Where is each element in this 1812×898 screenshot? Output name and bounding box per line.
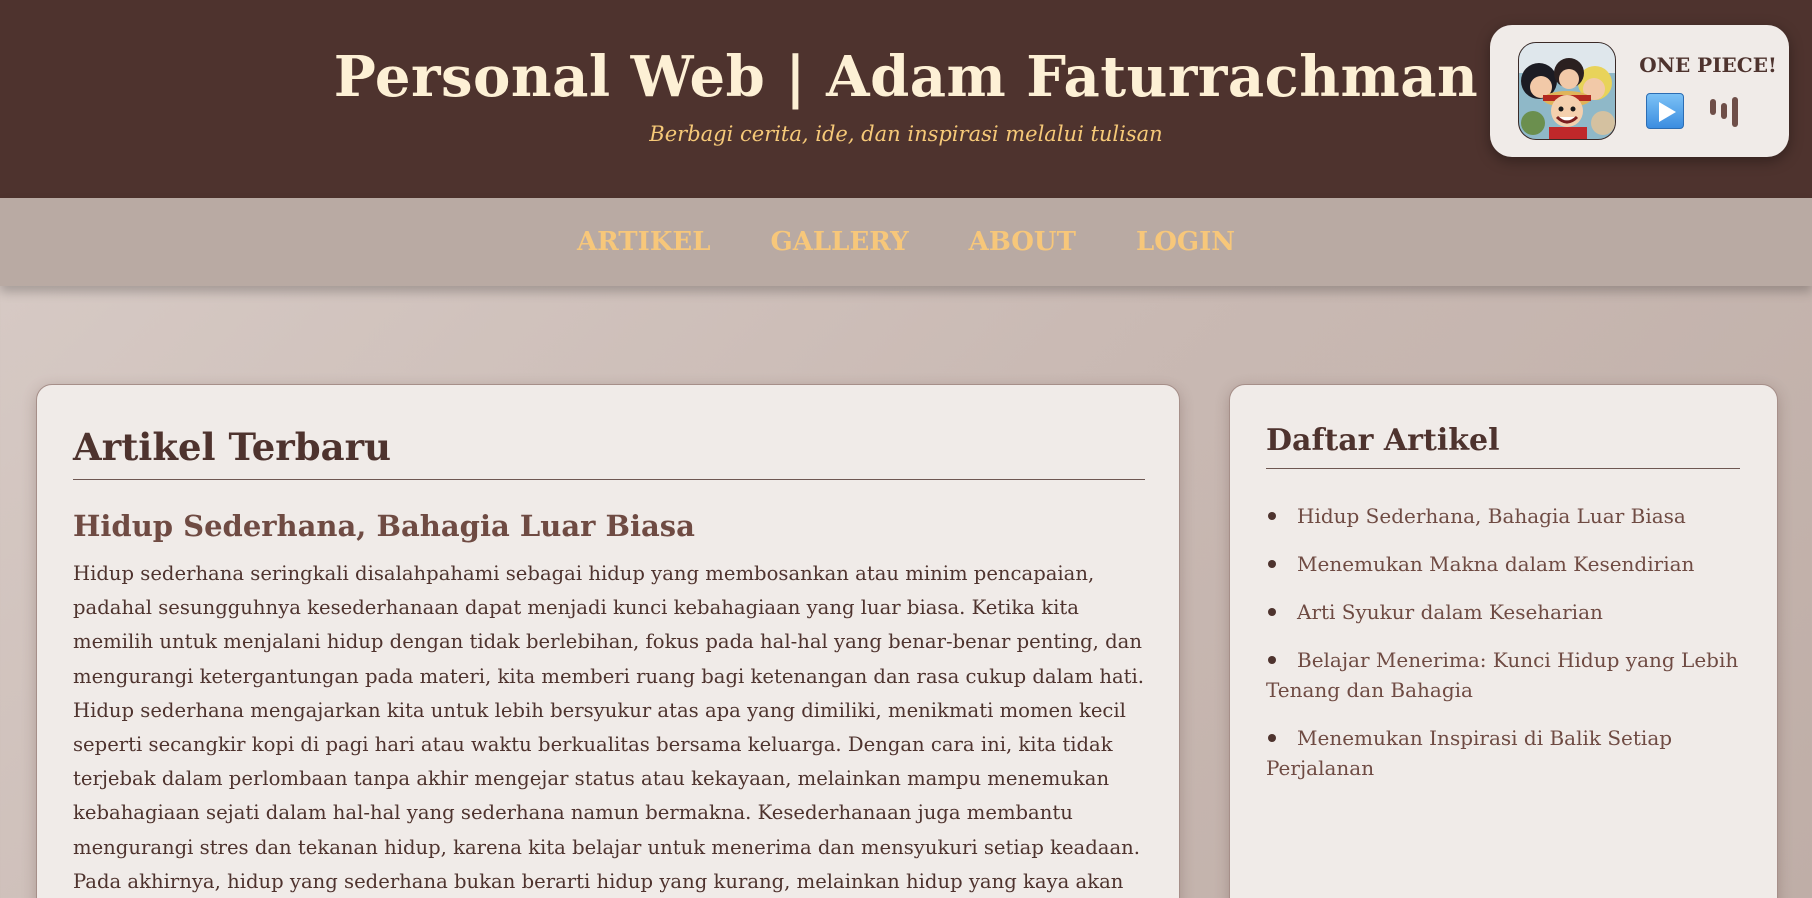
article-title[interactable]: Hidup Sederhana, Bahagia Luar Biasa xyxy=(73,509,695,543)
site-header: Personal Web | Adam Faturrachman Berbagi… xyxy=(0,0,1812,198)
bullet-icon xyxy=(1268,607,1276,616)
bullet-icon xyxy=(1268,655,1276,664)
article-list-label: Hidup Sederhana, Bahagia Luar Biasa xyxy=(1297,504,1686,528)
article-list-item[interactable]: Menemukan Makna dalam Kesendirian xyxy=(1266,549,1740,579)
equalizer-icon xyxy=(1708,93,1742,129)
article-list: Hidup Sederhana, Bahagia Luar Biasa Mene… xyxy=(1266,501,1740,801)
play-icon[interactable] xyxy=(1646,93,1684,129)
nav-gallery[interactable]: GALLERY xyxy=(771,227,909,257)
nav-login[interactable]: LOGIN xyxy=(1136,227,1235,257)
latest-articles-heading: Artikel Terbaru xyxy=(73,425,1145,480)
latest-article-card: Artikel Terbaru Hidup Sederhana, Bahagia… xyxy=(36,384,1180,898)
album-art-icon[interactable] xyxy=(1518,42,1616,140)
article-list-label: Menemukan Inspirasi di Balik Setiap Perj… xyxy=(1266,726,1673,780)
bullet-icon xyxy=(1268,559,1276,568)
article-list-heading: Daftar Artikel xyxy=(1266,423,1740,469)
track-name: ONE PIECE! xyxy=(1639,53,1777,77)
main-nav: ARTIKEL GALLERY ABOUT LOGIN xyxy=(0,198,1812,286)
nav-about[interactable]: ABOUT xyxy=(969,227,1076,257)
article-list-item[interactable]: Menemukan Inspirasi di Balik Setiap Perj… xyxy=(1266,723,1740,783)
article-list-item[interactable]: Hidup Sederhana, Bahagia Luar Biasa xyxy=(1266,501,1740,531)
bullet-icon xyxy=(1268,733,1276,742)
article-list-item[interactable]: Belajar Menerima: Kunci Hidup yang Lebih… xyxy=(1266,645,1740,705)
bullet-icon xyxy=(1268,511,1276,520)
article-list-card: Daftar Artikel Hidup Sederhana, Bahagia … xyxy=(1229,384,1778,898)
article-body: Hidup sederhana seringkali disalahpahami… xyxy=(73,562,1145,893)
article-list-item[interactable]: Arti Syukur dalam Keseharian xyxy=(1266,597,1740,627)
music-player: ONE PIECE! xyxy=(1490,25,1789,157)
article-list-label: Belajar Menerima: Kunci Hidup yang Lebih… xyxy=(1266,648,1739,702)
article-list-label: Arti Syukur dalam Keseharian xyxy=(1297,600,1603,624)
nav-artikel[interactable]: ARTIKEL xyxy=(577,227,711,257)
article-list-label: Menemukan Makna dalam Kesendirian xyxy=(1297,552,1695,576)
